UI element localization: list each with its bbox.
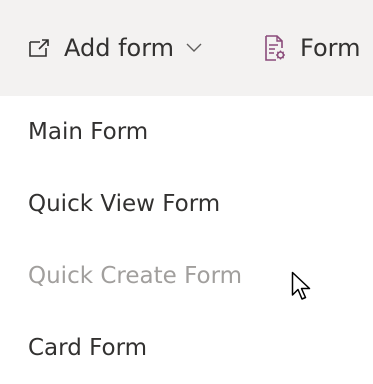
menu-item-main-form[interactable]: Main Form [0, 96, 373, 168]
command-bar: Add form Form [0, 0, 373, 96]
chevron-down-icon [186, 43, 202, 53]
form-label: Form [300, 34, 361, 62]
menu-item-quick-create-form[interactable]: Quick Create Form [0, 240, 373, 312]
add-form-menu: Main Form Quick View Form Quick Create F… [0, 96, 373, 384]
mouse-pointer-icon [291, 271, 311, 300]
add-form-label: Add form [64, 34, 175, 62]
form-settings-icon [264, 35, 286, 61]
menu-item-card-form[interactable]: Card Form [0, 312, 373, 384]
add-form-button[interactable]: Add form [28, 0, 202, 96]
new-window-icon [28, 38, 50, 58]
form-settings-button[interactable]: Form [264, 0, 360, 96]
menu-item-quick-view-form[interactable]: Quick View Form [0, 168, 373, 240]
